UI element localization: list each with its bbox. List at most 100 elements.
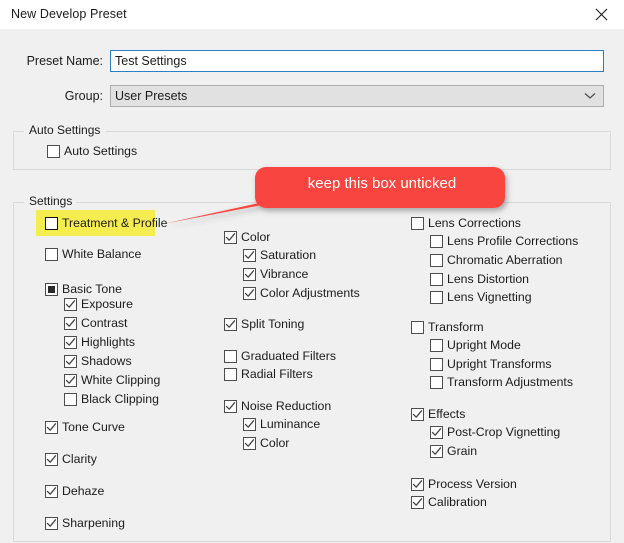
checkbox-box xyxy=(224,317,237,331)
checkbox-label: Color Adjustments xyxy=(260,286,360,300)
checkbox-box xyxy=(430,444,443,458)
checkbox-color-adjustments[interactable]: Color Adjustments xyxy=(243,286,360,300)
checkbox-box xyxy=(430,375,443,389)
checkbox-label: Lens Distortion xyxy=(447,272,530,286)
checkbox-box xyxy=(430,425,443,439)
checkbox-box xyxy=(47,144,60,158)
checkbox-box xyxy=(243,436,256,450)
checkbox-white-balance[interactable]: White Balance xyxy=(45,247,141,261)
checkbox-label: Calibration xyxy=(428,495,487,509)
checkbox-label: Process Version xyxy=(428,477,517,491)
checkbox-box xyxy=(243,267,256,281)
checkbox-box xyxy=(45,516,58,530)
checkbox-box xyxy=(224,349,237,363)
checkbox-box xyxy=(224,399,237,413)
checkbox-lens-profile-corrections[interactable]: Lens Profile Corrections xyxy=(430,234,578,248)
group-combobox-value: User Presets xyxy=(115,89,188,103)
checkbox-label: Transform Adjustments xyxy=(447,375,573,389)
checkbox-saturation[interactable]: Saturation xyxy=(243,248,316,262)
checkbox-label: Effects xyxy=(428,407,466,421)
group-combobox[interactable]: User Presets xyxy=(110,85,604,107)
checkbox-radial-filters[interactable]: Radial Filters xyxy=(224,367,313,381)
checkbox-label: Vibrance xyxy=(260,267,309,281)
checkbox-label: Color xyxy=(241,230,271,244)
checkbox-label: Color xyxy=(260,436,290,450)
checkbox-label: Highlights xyxy=(81,335,135,349)
checkbox-box xyxy=(64,316,77,330)
checkbox-label: Luminance xyxy=(260,417,321,431)
checkbox-basic-tone[interactable]: Basic Tone xyxy=(45,282,122,296)
checkbox-luminance[interactable]: Luminance xyxy=(243,417,320,431)
checkbox-black-clipping[interactable]: Black Clipping xyxy=(64,392,159,406)
checkbox-split-toning[interactable]: Split Toning xyxy=(224,317,304,331)
checkbox-white-clipping[interactable]: White Clipping xyxy=(64,373,160,387)
checkbox-color[interactable]: Color xyxy=(243,436,289,450)
titlebar: New Develop Preset xyxy=(0,0,624,29)
checkbox-label: Saturation xyxy=(260,248,317,262)
checkbox-box xyxy=(64,297,77,311)
checkbox-label: Chromatic Aberration xyxy=(447,253,563,267)
checkbox-effects[interactable]: Effects xyxy=(411,407,465,421)
checkbox-transform[interactable]: Transform xyxy=(411,320,484,334)
checkbox-label: White Balance xyxy=(62,247,142,261)
checkbox-lens-vignetting[interactable]: Lens Vignetting xyxy=(430,290,532,304)
checkbox-upright-mode[interactable]: Upright Mode xyxy=(430,338,521,352)
checkbox-box xyxy=(430,338,443,352)
checkbox-shadows[interactable]: Shadows xyxy=(64,354,132,368)
checkbox-color[interactable]: Color xyxy=(224,230,270,244)
preset-name-input[interactable] xyxy=(110,50,604,72)
checkbox-tone-curve[interactable]: Tone Curve xyxy=(45,420,125,434)
checkbox-box xyxy=(224,367,237,381)
checkbox-lens-corrections[interactable]: Lens Corrections xyxy=(411,216,521,230)
preset-name-row: Preset Name: xyxy=(13,50,604,72)
checkbox-label: Auto Settings xyxy=(64,144,138,158)
checkbox-label: Shadows xyxy=(81,354,132,368)
group-label: Group: xyxy=(64,89,103,103)
checkbox-process-version[interactable]: Process Version xyxy=(411,477,517,491)
checkbox-sharpening[interactable]: Sharpening xyxy=(45,516,125,530)
window-title: New Develop Preset xyxy=(11,7,127,21)
checkbox-label: Clarity xyxy=(62,452,97,466)
close-button[interactable] xyxy=(578,0,624,29)
checkbox-label: Transform xyxy=(428,320,484,334)
checkbox-chromatic-aberration[interactable]: Chromatic Aberration xyxy=(430,253,563,267)
checkbox-label: Grain xyxy=(447,444,478,458)
auto-settings-legend: Auto Settings xyxy=(29,123,101,137)
checkbox-label: Dehaze xyxy=(62,484,105,498)
checkbox-lens-distortion[interactable]: Lens Distortion xyxy=(430,272,529,286)
checkbox-label: Upright Transforms xyxy=(447,357,552,371)
preset-name-label: Preset Name: xyxy=(26,54,103,68)
checkbox-label: Radial Filters xyxy=(241,367,313,381)
checkbox-label: Basic Tone xyxy=(62,282,122,296)
checkbox-box xyxy=(224,230,237,244)
checkbox-exposure[interactable]: Exposure xyxy=(64,297,133,311)
checkbox-label: Split Toning xyxy=(241,317,305,331)
checkbox-auto-settings[interactable]: Auto Settings xyxy=(47,144,137,158)
checkbox-box xyxy=(45,484,58,498)
checkbox-post-crop-vignetting[interactable]: Post-Crop Vignetting xyxy=(430,425,560,439)
close-icon xyxy=(595,8,608,21)
checkbox-calibration[interactable]: Calibration xyxy=(411,495,487,509)
checkbox-grain[interactable]: Grain xyxy=(430,444,477,458)
checkbox-label: Lens Vignetting xyxy=(447,290,532,304)
checkbox-box xyxy=(64,335,77,349)
checkbox-transform-adjustments[interactable]: Transform Adjustments xyxy=(430,375,573,389)
checkbox-label: Graduated Filters xyxy=(241,349,337,363)
checkbox-box xyxy=(45,420,58,434)
checkbox-highlights[interactable]: Highlights xyxy=(64,335,135,349)
checkbox-label: Black Clipping xyxy=(81,392,159,406)
checkbox-dehaze[interactable]: Dehaze xyxy=(45,484,104,498)
checkbox-label: Contrast xyxy=(81,316,128,330)
checkbox-noise-reduction[interactable]: Noise Reduction xyxy=(224,399,331,413)
checkbox-clarity[interactable]: Clarity xyxy=(45,452,97,466)
checkbox-contrast[interactable]: Contrast xyxy=(64,316,127,330)
checkbox-box xyxy=(430,253,443,267)
checkbox-graduated-filters[interactable]: Graduated Filters xyxy=(224,349,336,363)
checkbox-box xyxy=(243,248,256,262)
checkbox-label: Upright Mode xyxy=(447,338,521,352)
checkbox-box xyxy=(411,216,424,230)
checkbox-upright-transforms[interactable]: Upright Transforms xyxy=(430,357,552,371)
checkbox-treatment-profile[interactable]: Treatment & Profile xyxy=(45,216,167,230)
checkbox-vibrance[interactable]: Vibrance xyxy=(243,267,308,281)
checkbox-label: Sharpening xyxy=(62,516,125,530)
